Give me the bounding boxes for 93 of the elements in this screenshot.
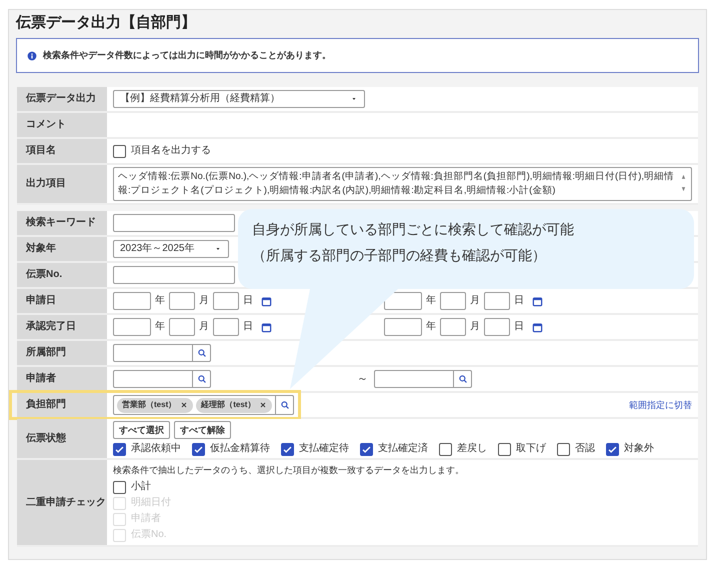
info-icon	[27, 50, 37, 60]
unit-label: 年	[155, 294, 165, 308]
field-label: 項目名	[26, 144, 56, 158]
field-label: 承認完了日	[26, 320, 76, 334]
field-label: 負担部門	[26, 398, 66, 412]
unit-label: 月	[470, 294, 480, 308]
input-field[interactable]	[440, 292, 466, 310]
checkbox[interactable]	[113, 480, 126, 494]
field-label: 申請日	[26, 294, 56, 308]
input-field[interactable]	[484, 318, 510, 336]
callout-text: 自身が所属している部門ごとに検索して確認が可能	[252, 221, 574, 238]
checkbox-label: 支払確定済	[378, 442, 428, 456]
input-field[interactable]	[384, 318, 422, 336]
switch-range-link[interactable]: 範囲指定に切替	[629, 398, 692, 412]
description-text: 検索条件で抽出したデータのうち、選択した項目が複数一致するデータを出力します。	[113, 464, 464, 477]
unit-label: 年	[426, 320, 436, 334]
unit-label: 月	[470, 320, 480, 334]
unit-label: 年	[155, 320, 165, 334]
checkbox-label: 支払確定待	[299, 442, 349, 456]
search-field[interactable]	[113, 370, 211, 388]
select-button[interactable]: すべて解除	[174, 421, 231, 439]
checkbox[interactable]	[192, 442, 205, 456]
checkbox-label: 承認依頼中	[131, 442, 181, 456]
input-field[interactable]	[384, 292, 422, 310]
search-icon[interactable]	[458, 374, 468, 384]
dropdown-value: 2023年～2025年	[120, 242, 194, 256]
calendar-icon[interactable]	[532, 296, 543, 306]
unit-label: 日	[514, 320, 524, 334]
field-label: 伝票状態	[26, 432, 66, 446]
unit-label: 年	[426, 294, 436, 308]
calendar-icon[interactable]	[532, 322, 543, 332]
search-field[interactable]	[113, 344, 211, 362]
checkbox-label: 差戻し	[457, 442, 487, 456]
close-icon[interactable]	[180, 401, 188, 409]
tag-chip[interactable]: 経理部（test）	[196, 398, 272, 412]
checkbox[interactable]	[606, 442, 619, 456]
search-icon[interactable]	[196, 374, 206, 384]
tag-label: 営業部（test）	[122, 399, 176, 411]
unit-label: 日	[243, 320, 253, 334]
range-separator: ～	[357, 372, 368, 386]
unit-label: 月	[199, 294, 209, 308]
checkbox[interactable]	[360, 442, 373, 456]
checkbox[interactable]	[113, 144, 126, 158]
field-label: 検索キーワード	[26, 216, 96, 230]
input-field[interactable]	[113, 292, 151, 310]
close-icon[interactable]	[259, 401, 268, 409]
field-label: 申請者	[26, 372, 56, 386]
checkbox-label: 項目名を出力する	[131, 144, 211, 158]
calendar-icon[interactable]	[261, 296, 272, 306]
checkbox[interactable]	[439, 442, 452, 456]
input-field[interactable]	[440, 318, 466, 336]
checkbox[interactable]	[557, 442, 570, 456]
search-field[interactable]	[374, 370, 472, 388]
input-field[interactable]	[484, 292, 510, 310]
select-button[interactable]: すべて選択	[113, 421, 170, 439]
input-field[interactable]	[113, 214, 235, 232]
calendar-icon[interactable]	[261, 322, 272, 332]
checkbox[interactable]	[281, 442, 294, 456]
tag-label: 経理部（test）	[201, 399, 256, 411]
field-label: 伝票No.	[26, 268, 62, 282]
checkbox-label: 仮払金精算待	[210, 442, 270, 456]
field-label: 二重申請チェック	[26, 496, 106, 510]
unit-label: 日	[243, 294, 253, 308]
field-label: 伝票データ出力	[26, 92, 96, 106]
checkbox-label: 否認	[575, 442, 595, 456]
field-label: 所属部門	[26, 346, 66, 360]
unit-label: 月	[199, 320, 209, 334]
dropdown[interactable]: 2023年～2025年	[113, 240, 229, 258]
checkbox[interactable]	[113, 442, 126, 456]
dropdown[interactable]: 【例】経費精算分析用（経費精算）	[113, 90, 365, 108]
unit-label: 日	[514, 294, 524, 308]
input-field[interactable]	[113, 266, 235, 284]
search-icon[interactable]	[280, 400, 290, 410]
checkbox-label: 小計	[131, 480, 151, 494]
input-field[interactable]	[213, 292, 239, 310]
tag-field[interactable]: 営業部（test） 経理部（test）	[113, 395, 294, 415]
callout-text: （所属する部門の子部門の経費も確認が可能）	[252, 246, 547, 264]
output-items-field[interactable]: ヘッダ情報:伝票No.(伝票No.),ヘッダ情報:申請者名(申請者),ヘッダ情報:負担部門名(負担部門),明細情報:明細日付(日付),明細情報:プロジェクト名(プロジェクト),明細情報:内訳名(内訳),明細情報:勘定科目名,明細情報:小計(金額)	[113, 167, 692, 201]
input-field[interactable]	[169, 292, 195, 310]
field-label: 出力項目	[26, 177, 66, 191]
search-icon[interactable]	[196, 348, 206, 358]
notice-text: 検索条件やデータ件数によっては出力に時間がかかることがあります。	[43, 50, 331, 61]
field-label: コメント	[26, 118, 66, 132]
dropdown-value: 【例】経費精算分析用（経費精算）	[120, 92, 280, 106]
field-label: 対象年	[26, 242, 56, 256]
checkbox-label: 対象外	[624, 442, 654, 456]
tag-chip[interactable]: 営業部（test）	[117, 398, 194, 412]
checkbox-label: 取下げ	[516, 442, 546, 456]
checkbox[interactable]	[498, 442, 511, 456]
page-title: 伝票データ出力【自部門】	[16, 13, 197, 33]
input-field[interactable]	[213, 318, 239, 336]
input-field[interactable]	[113, 318, 151, 336]
input-field[interactable]	[169, 318, 195, 336]
